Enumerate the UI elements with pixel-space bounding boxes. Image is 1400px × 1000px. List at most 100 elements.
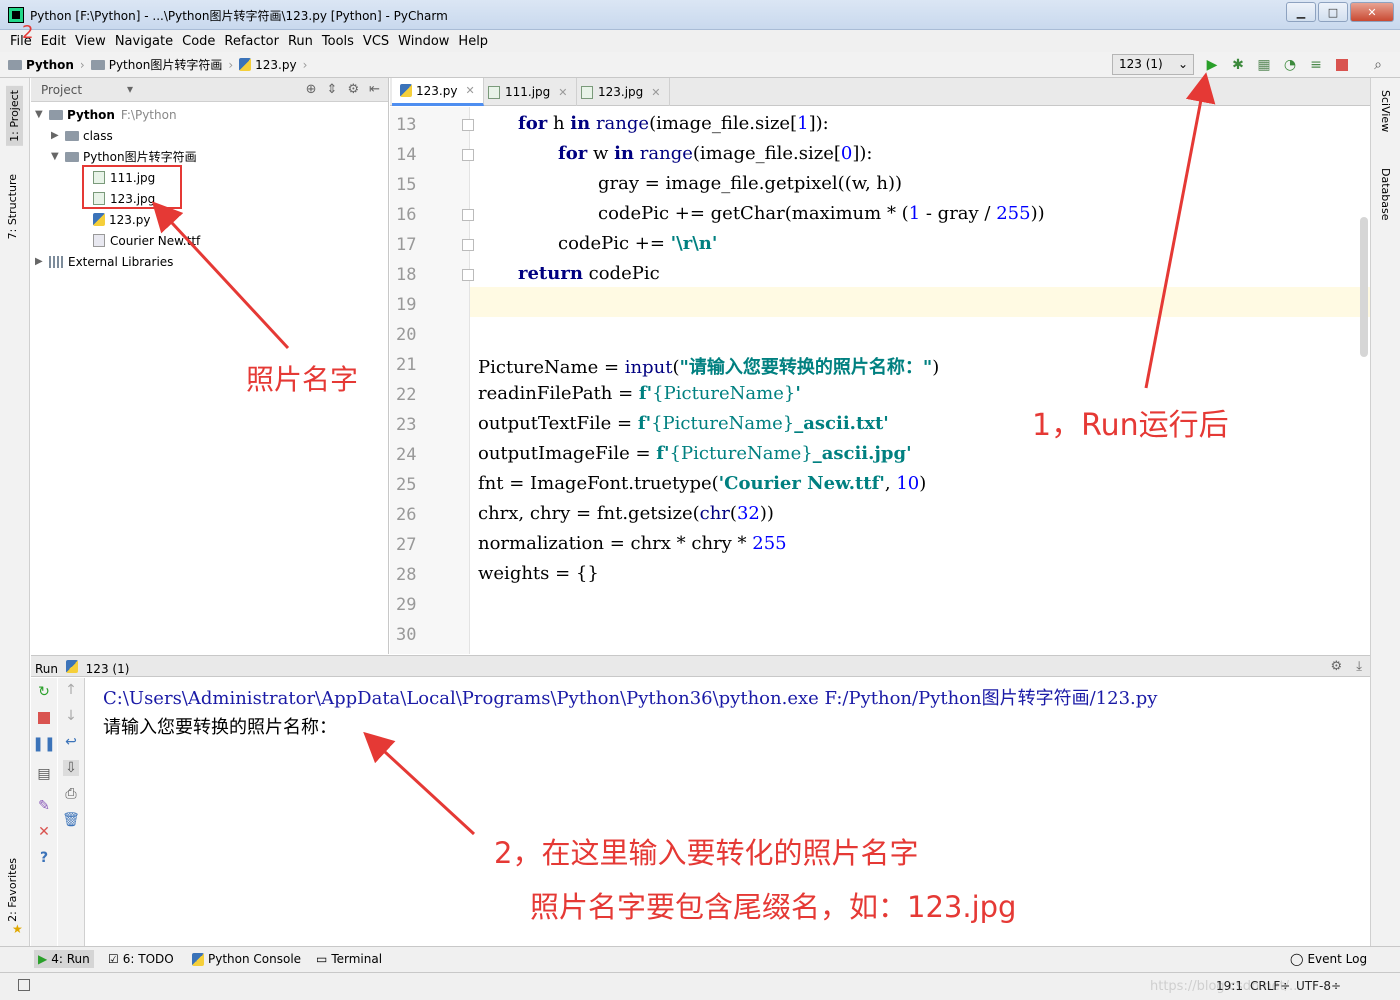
menu-tools[interactable]: Tools: [322, 34, 354, 49]
maximize-button[interactable]: □: [1318, 2, 1348, 22]
fold-marker[interactable]: [462, 149, 474, 161]
tab-structure[interactable]: 7: Structure: [6, 174, 19, 239]
bottom-tool-tabs: ▶ 4: Run ☑ 6: TODO Python Console ▭ Term…: [0, 946, 1400, 972]
tree-item-folder[interactable]: ▼ Python图片转字符画: [51, 146, 197, 167]
help-icon[interactable]: ?: [36, 850, 52, 866]
menu-help[interactable]: Help: [458, 34, 488, 49]
tab-label: 123.py: [416, 83, 458, 98]
code-number: 32: [736, 503, 760, 524]
chevron-right-icon[interactable]: ▶: [35, 256, 49, 267]
tab-project[interactable]: 1: Project: [6, 86, 23, 146]
tab-sciview[interactable]: SciView: [1379, 90, 1392, 132]
gear-icon[interactable]: ⚙: [1330, 659, 1342, 674]
breadcrumb-folder[interactable]: Python图片转字符画: [109, 56, 223, 73]
gear-icon[interactable]: ⚙: [347, 82, 359, 97]
close-button[interactable]: ✕: [1350, 2, 1394, 22]
close-icon[interactable]: ✕: [558, 86, 567, 99]
collapse-icon[interactable]: ⇕: [327, 82, 338, 97]
chevron-down-icon[interactable]: ▼: [35, 109, 49, 120]
tab-run[interactable]: ▶ 4: Run: [34, 950, 94, 968]
layout-icon[interactable]: ▤: [36, 766, 52, 782]
fold-marker[interactable]: [462, 119, 474, 131]
code-editor[interactable]: 13 14 15 16 17 18 19 20 21 22 23 24 25 2…: [390, 107, 1370, 654]
menu-view[interactable]: View: [75, 34, 106, 49]
close-icon[interactable]: ✕: [36, 824, 52, 840]
tree-root-label: Python: [67, 107, 115, 122]
chevron-down-icon[interactable]: ▾: [127, 82, 133, 96]
project-panel-actions: ⊕ ⇕ ⚙ ⇤: [306, 82, 380, 97]
stop-icon[interactable]: [36, 710, 52, 726]
menu-edit[interactable]: Edit: [41, 34, 66, 49]
hide-icon[interactable]: ⤓: [1356, 659, 1362, 674]
run-label: Run: [35, 662, 59, 676]
fold-marker[interactable]: [462, 209, 474, 221]
concurrency-button[interactable]: ≡: [1307, 56, 1325, 74]
debug-button[interactable]: ✱: [1229, 56, 1247, 74]
close-icon[interactable]: ✕: [465, 84, 474, 97]
pin-icon[interactable]: ✎: [36, 798, 52, 814]
breadcrumb-file[interactable]: 123.py: [255, 58, 296, 72]
tab-favorites[interactable]: 2: Favorites: [6, 858, 19, 922]
tree-item-123-py[interactable]: 123.py: [93, 209, 150, 230]
close-icon[interactable]: ✕: [651, 86, 660, 99]
stop-button[interactable]: [1333, 56, 1351, 74]
menu-window[interactable]: Window: [398, 34, 449, 49]
editor-scrollbar[interactable]: [1360, 217, 1368, 357]
chevron-down-icon[interactable]: ▼: [51, 151, 65, 162]
window-menu-icon[interactable]: [18, 979, 30, 991]
menu-code[interactable]: Code: [182, 34, 215, 49]
tab-123-py[interactable]: 123.py ✕: [392, 78, 484, 106]
profile-button[interactable]: ◔: [1281, 56, 1299, 74]
folder-icon: [65, 151, 79, 162]
code-string: ': [795, 383, 801, 404]
trash-icon[interactable]: 🗑: [62, 812, 80, 828]
caret-position[interactable]: 19:1: [1216, 979, 1243, 993]
menu-refactor[interactable]: Refactor: [224, 34, 279, 49]
chevron-down-icon: ⌄: [1177, 57, 1188, 71]
locate-icon[interactable]: ⊕: [306, 82, 317, 97]
fold-marker[interactable]: [462, 239, 474, 251]
chevron-right-icon: ›: [228, 57, 234, 72]
run-icon: ▶: [38, 952, 48, 966]
breadcrumb-project[interactable]: Python: [26, 58, 74, 72]
chevron-right-icon[interactable]: ▶: [51, 130, 65, 141]
hide-icon[interactable]: ⇤: [369, 82, 380, 97]
run-button[interactable]: ▶: [1203, 56, 1221, 74]
arrow-down-icon[interactable]: ↓: [63, 708, 79, 724]
tab-todo[interactable]: ☑ 6: TODO: [108, 952, 174, 966]
menu-navigate[interactable]: Navigate: [115, 34, 173, 49]
rerun-icon[interactable]: ↻: [36, 684, 52, 700]
tree-item-external-libraries[interactable]: ▶ External Libraries: [35, 251, 173, 272]
annotation-highlight-box: [82, 165, 182, 209]
tree-item-courier-ttf[interactable]: Courier New.ttf: [93, 230, 200, 251]
line-separator[interactable]: CRLF÷: [1250, 979, 1290, 993]
tab-event-log[interactable]: ◯ Event Log: [1290, 952, 1367, 966]
project-panel-title[interactable]: Project: [41, 83, 82, 97]
scroll-to-end-icon[interactable]: ⇩: [63, 760, 79, 776]
code-number: 255: [996, 203, 1031, 224]
menu-run[interactable]: Run: [288, 34, 313, 49]
fold-marker[interactable]: [462, 269, 474, 281]
pause-icon[interactable]: ❚❚: [32, 736, 55, 752]
minimize-button[interactable]: ▁: [1286, 2, 1316, 22]
file-encoding[interactable]: UTF-8÷: [1296, 979, 1341, 993]
coverage-button[interactable]: ▦: [1255, 56, 1273, 74]
tab-123-jpg[interactable]: 123.jpg ✕: [573, 78, 670, 106]
line-number: 21: [396, 355, 417, 375]
run-panel-actions: ⚙ ⤓: [1330, 659, 1362, 674]
search-icon[interactable]: ⌕: [1369, 56, 1387, 74]
code-text: h: [547, 113, 571, 134]
tree-item-class[interactable]: ▶ class: [51, 125, 113, 146]
soft-wrap-icon[interactable]: ↩: [63, 734, 79, 750]
tab-terminal[interactable]: ▭ Terminal: [316, 952, 382, 966]
run-configuration-select[interactable]: 123 (1) ⌄: [1112, 54, 1194, 75]
print-icon[interactable]: ⎙: [63, 786, 79, 802]
tree-item-root[interactable]: ▼ Python F:\Python: [35, 104, 177, 125]
annotation-step2-note: 照片名字要包含尾缀名，如：123.jpg: [530, 890, 1017, 924]
tab-database[interactable]: Database: [1379, 168, 1392, 221]
arrow-up-icon[interactable]: ↑: [63, 682, 79, 698]
tab-111-jpg[interactable]: 111.jpg ✕: [480, 78, 577, 106]
menu-vcs[interactable]: VCS: [363, 34, 389, 49]
code-text: )): [1030, 203, 1045, 224]
tab-python-console[interactable]: Python Console: [192, 952, 301, 966]
